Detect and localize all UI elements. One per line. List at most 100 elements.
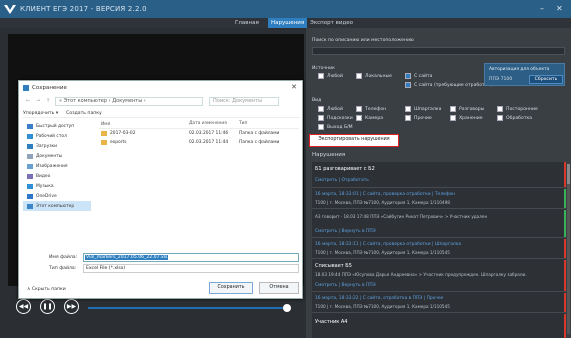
status-bar — [564, 293, 566, 312]
organize-button[interactable]: Упорядочить ▾ — [23, 111, 58, 116]
violations-list: Б1 разговаривает с Б2 Смотреть | Отработ… — [312, 162, 566, 338]
list-item[interactable]: Б1 разговаривает с Б2 Смотреть | Отработ… — [312, 162, 566, 188]
address-bar: ← → ↑ « Этот компьютер › Документы › Пои… — [23, 96, 300, 106]
file-name-input[interactable]: Viol_markers_2017.05.06_22.07.xls — [83, 253, 299, 262]
rewind-button[interactable]: ◀◀ — [16, 299, 31, 314]
nav-item-videos[interactable]: Видео — [23, 171, 91, 181]
file-row[interactable]: 2017-03-02 02.03.2017 11:46 Папка с файл… — [99, 129, 299, 138]
nav-item-documents[interactable]: Документы — [23, 151, 91, 161]
dialog-title: Сохранение — [32, 84, 67, 91]
type-camera-checkbox[interactable]: Камера — [356, 115, 383, 121]
music-icon — [27, 183, 33, 189]
auth-box: Авторизация для объекта ППЭ 7100 Сбросит… — [484, 63, 565, 86]
item-links[interactable]: Смотреть | Вернуть в ППЭ — [315, 229, 376, 234]
auth-title: Авторизация для объекта — [489, 67, 550, 72]
minimize-button[interactable]: – — [540, 4, 544, 13]
pause-button[interactable]: ❚❚ — [40, 299, 55, 314]
file-type-select[interactable]: Excel File (*.xlsx) — [83, 264, 299, 273]
list-item[interactable]: А3 говорит · 18.03 17:48 ППЭ «Сайбугин Р… — [312, 210, 566, 238]
forward-icon: ▶▶ — [66, 303, 77, 310]
tab-home[interactable]: Главная — [232, 18, 262, 28]
forward-button[interactable]: ▶▶ — [64, 299, 79, 314]
list-item[interactable]: Списывает Б5 18.03 19:44 ППЭ «Юсупова Да… — [312, 260, 566, 292]
rewind-icon: ◀◀ — [18, 303, 29, 310]
type-processing-checkbox[interactable]: Обработка — [497, 115, 532, 121]
nav-item-downloads[interactable]: Загрузки — [23, 141, 91, 151]
type-phone-checkbox[interactable]: Телефон — [356, 106, 386, 112]
type-talking-checkbox[interactable]: Разговоры — [450, 106, 484, 112]
list-item[interactable]: 16 марта, 18:33:22 | С сайта, отработка … — [312, 293, 566, 313]
violations-scrollbar[interactable] — [567, 164, 570, 334]
type-storage-checkbox[interactable]: Хранение — [450, 115, 483, 121]
status-bar — [564, 239, 566, 258]
status-bar — [564, 189, 566, 208]
status-bar — [564, 210, 566, 237]
seek-bar[interactable] — [88, 307, 291, 309]
violations-title: Нарушения — [312, 152, 346, 158]
dialog-close-icon[interactable]: ✕ — [291, 83, 297, 91]
tab-export-video[interactable]: Экспорт видео — [307, 18, 356, 28]
source-any-checkbox[interactable]: Любой — [318, 73, 343, 79]
title-bar: КЛИЕНТ ЕГЭ 2017 - ВЕРСИЯ 2.2.0 – ✕ — [0, 0, 571, 18]
export-violations-button[interactable]: Экспортировать нарушения — [309, 134, 399, 147]
path-breadcrumb[interactable]: « Этот компьютер › Документы › — [55, 96, 203, 106]
picture-icon — [27, 163, 33, 169]
status-bar — [564, 260, 566, 291]
search-input[interactable]: Поиск: Документы — [209, 96, 279, 106]
nav-item-quick-access[interactable]: Быстрый доступ — [23, 121, 91, 131]
source-site-checkbox[interactable]: С сайта — [405, 73, 433, 79]
col-name[interactable]: Имя — [99, 121, 189, 128]
tab-violations[interactable]: Нарушения — [268, 18, 308, 28]
violation-search-input[interactable] — [312, 47, 565, 55]
navigation-pane: Быстрый доступ Рабочий стол Загрузки Док… — [23, 121, 91, 251]
list-item[interactable]: 16 марта, 18:33:01 | С сайта, проверка о… — [312, 189, 566, 209]
download-icon — [27, 143, 33, 149]
document-icon — [27, 153, 33, 159]
list-item[interactable]: 16 марта, 18:33:11 | С сайта, проверка о… — [312, 239, 566, 259]
item-links[interactable]: Смотреть | Вернуть в ППЭ — [315, 283, 376, 288]
new-folder-button[interactable]: Создать папку — [66, 111, 102, 116]
source-site-pending-checkbox[interactable]: С сайта (требующие отработки) — [405, 82, 492, 88]
scrollbar-thumb[interactable] — [567, 164, 570, 184]
forward-arrow-icon[interactable]: → — [33, 98, 43, 104]
type-label: Вид — [312, 98, 322, 103]
source-label: Источник — [312, 66, 335, 71]
dialog-toolbar: Упорядочить ▾ Создать папку — [23, 109, 300, 118]
type-cheatsheet-checkbox[interactable]: Шпаргалка — [405, 106, 441, 112]
save-button[interactable]: Сохранить — [209, 282, 253, 294]
app-logo-icon — [0, 0, 20, 18]
type-exit-checkbox[interactable]: Выход Б/М — [318, 124, 353, 130]
col-date[interactable]: Дата изменения — [189, 121, 239, 128]
type-any-checkbox[interactable]: Любой — [318, 106, 343, 112]
nav-item-this-pc[interactable]: Этот компьютер — [23, 201, 91, 211]
type-outsiders-checkbox[interactable]: Посторонние — [497, 106, 538, 112]
col-type[interactable]: Тип — [239, 121, 289, 128]
list-item[interactable]: Участник А4 — [312, 314, 566, 338]
type-hints-checkbox[interactable]: Подсказки — [318, 115, 353, 121]
item-links[interactable]: Смотреть | Отработать — [315, 178, 369, 183]
dialog-icon — [23, 84, 29, 91]
back-arrow-icon[interactable]: ← — [23, 98, 33, 104]
nav-item-desktop[interactable]: Рабочий стол — [23, 131, 91, 141]
seek-handle[interactable] — [282, 304, 291, 312]
folder-icon — [101, 131, 107, 136]
reset-button[interactable]: Сбросить — [529, 75, 563, 84]
hide-folders-toggle[interactable]: ∧ Скрыть папки — [27, 287, 66, 292]
up-arrow-icon[interactable]: ↑ — [43, 98, 53, 104]
file-list-header: Имя Дата изменения Тип — [99, 121, 299, 129]
star-icon — [27, 123, 33, 129]
search-label: Поиск по описанию или местоположению — [312, 38, 414, 43]
nav-item-music[interactable]: Музыка — [23, 181, 91, 191]
status-bar — [564, 162, 566, 187]
video-icon — [27, 173, 33, 179]
source-local-checkbox[interactable]: Локальные — [356, 73, 392, 79]
dialog-title-bar: Сохранение — [19, 81, 302, 94]
nav-item-pictures[interactable]: Изображения — [23, 161, 91, 171]
close-window-button[interactable]: ✕ — [556, 4, 563, 13]
cancel-button[interactable]: Отмена — [259, 282, 299, 294]
pause-icon: ❚❚ — [42, 303, 53, 310]
file-row[interactable]: exports 02.03.2017 11:44 Папка с файлами — [99, 138, 299, 147]
type-other-checkbox[interactable]: Прочие — [405, 115, 432, 121]
file-type-label: Тип файла: — [49, 266, 77, 271]
nav-item-onedrive[interactable]: OneDrive — [23, 191, 91, 201]
